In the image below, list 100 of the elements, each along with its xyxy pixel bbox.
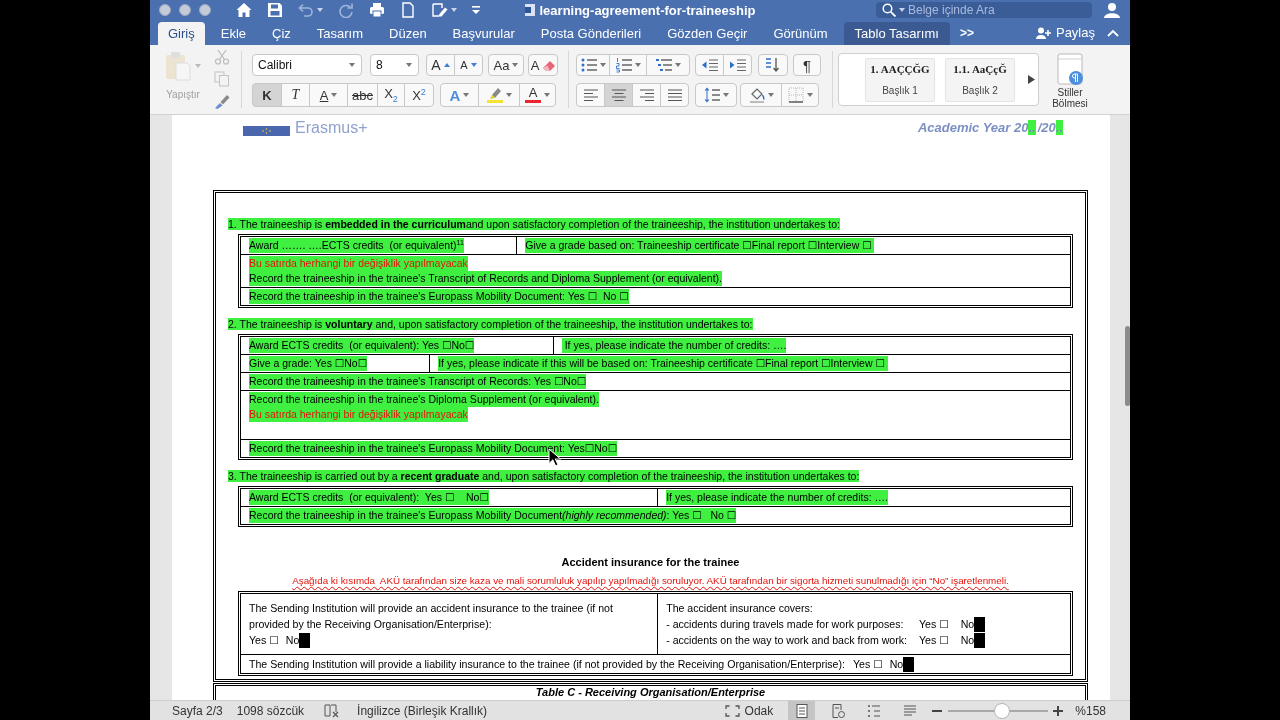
sort-icon (765, 57, 781, 73)
zoom-slider[interactable] (948, 702, 1049, 719)
subscript-button[interactable]: X$_{2}$ (377, 83, 405, 107)
focus-button[interactable]: Odak (724, 703, 774, 718)
caret-icon (899, 8, 905, 12)
checkbox[interactable] (299, 632, 311, 648)
sort-button[interactable] (758, 54, 788, 76)
save-icon[interactable] (267, 2, 283, 18)
book-x-icon[interactable] (324, 703, 340, 718)
change-case-button[interactable]: Aa (488, 54, 524, 76)
font-family-field[interactable]: Calibri (252, 54, 362, 76)
bar-caret-icon[interactable] (472, 6, 480, 14)
underline-button[interactable]: A (309, 83, 348, 107)
line-spacing-icon (703, 87, 720, 103)
style-button[interactable]: 1. AAÇÇĞG Başlık 1 (865, 57, 935, 102)
section-title: Accident insurance for the trainee (561, 555, 740, 570)
user-icon[interactable] (1104, 2, 1120, 18)
bold-button[interactable]: K (252, 83, 282, 107)
yes-option: Yes ☐ (919, 616, 949, 632)
strikethrough-button[interactable]: abc (347, 83, 378, 107)
checkbox[interactable] (903, 656, 915, 672)
border-grid-icon (787, 87, 804, 103)
cell-text: If yes, please indicate the number of credits: …. (561, 338, 787, 353)
clear-formatting-button[interactable]: A (528, 54, 558, 76)
multilevel-list-button[interactable] (646, 54, 690, 76)
formatting-marks-button[interactable]: ¶ (793, 54, 821, 76)
caret-icon (599, 63, 606, 67)
word-count[interactable]: 1098 sözcük (236, 703, 305, 718)
page-pencil-icon[interactable] (431, 2, 448, 18)
zoom-button[interactable] (199, 4, 211, 16)
cell-text: Award ECTS credits (or equivalent): Yes ☐ No☐ (249, 490, 489, 505)
caret-icon (463, 93, 470, 97)
ribbon-tab[interactable]: Görünüm (763, 22, 838, 45)
right-triangle-icon[interactable] (1028, 75, 1035, 84)
slider-thumb[interactable] (994, 702, 1011, 719)
print-icon[interactable] (369, 2, 385, 18)
align-left-icon (582, 88, 599, 102)
decrease-indent-button[interactable] (695, 54, 724, 76)
page-count[interactable]: Sayfa 2/3 (172, 703, 223, 718)
bullets-button[interactable] (576, 54, 610, 76)
font-size-field[interactable]: 8 (370, 54, 419, 76)
cell-text: Record the traineeship in the trainee's Diploma Supplement (or equivalent). (249, 392, 599, 407)
ribbon-tab[interactable]: Tasarım (306, 22, 374, 45)
shrink-font-button[interactable]: A (454, 54, 483, 76)
more-tabs-button[interactable]: >> (955, 20, 978, 45)
cell-text: Record the traineeship in the trainee's Europass Mobility Document: Yes☐No☐ (249, 441, 618, 456)
caret-icon (349, 63, 355, 67)
increase-indent-button[interactable] (723, 54, 752, 76)
grow-font-button[interactable]: A (426, 54, 455, 76)
academic-year-text: Academic Year 20../20.. (917, 119, 1064, 136)
paint-bucket-icon (748, 87, 765, 103)
instruction-text: Aşağıda ki kısımda AKÜ tarafından size kaza ve mali sorumluluk yapılıp yapılmadığı soruluyor. AKÜ tarafından bir sigorta hizmeti sunulmadığı için “No” işaretlenmeli. (292, 574, 1009, 588)
cell-text: If yes, please indicate the number of credits: …. (666, 490, 888, 505)
ribbon-tab[interactable]: Ekle (210, 22, 256, 45)
minimize-button[interactable] (179, 4, 191, 16)
caret-icon (505, 93, 512, 97)
print-layout-button[interactable] (788, 701, 816, 720)
flag-icon (243, 126, 290, 136)
yes-option: Yes ☐ (919, 632, 949, 648)
line-spacing-button[interactable] (695, 83, 737, 107)
clipboard-icon (165, 51, 191, 81)
home-icon[interactable] (236, 2, 252, 18)
italic-button[interactable]: T (281, 83, 310, 107)
checkbox[interactable] (974, 632, 986, 648)
font-color-button[interactable]: A (519, 83, 556, 107)
numbering-button[interactable] (609, 54, 647, 76)
ribbon-tab[interactable]: Gözden Geçir (657, 22, 758, 45)
page-circle-icon (830, 703, 845, 718)
shading-button[interactable] (740, 83, 782, 107)
share-button[interactable]: Paylaş (1035, 20, 1095, 45)
borders-button[interactable] (781, 83, 819, 107)
align-justify-button[interactable] (660, 83, 689, 107)
ribbon-tab[interactable]: Posta Gönderileri (530, 22, 652, 45)
style-button[interactable]: 1.1. AaÇçĞ Başlık 2 (945, 57, 1015, 102)
align-center-button[interactable] (604, 83, 633, 107)
language-label[interactable]: İngilizce (Birleşik Krallık) (357, 703, 488, 718)
ribbon-tab[interactable]: Tablo Tasarımı (843, 22, 950, 45)
align-justify-icon (666, 88, 683, 102)
align-left-button[interactable] (576, 83, 605, 107)
ribbon-tab[interactable]: Başvurular (442, 22, 525, 45)
zoom-percent[interactable]: %158 (1075, 703, 1106, 718)
ribbon-tab[interactable]: Düzen (379, 22, 437, 45)
no-option: No (960, 616, 975, 632)
ribbon-tab[interactable]: Çiz (262, 22, 301, 45)
scrollbar-thumb[interactable] (1125, 326, 1130, 406)
styles-pane-button[interactable]: Stiller Bölmesi (1047, 45, 1093, 111)
ribbon-tab[interactable]: Giriş (158, 22, 205, 45)
paintbrush-icon[interactable] (214, 93, 230, 109)
coverage-heading: The accident insurance covers: (666, 601, 814, 616)
document-icon (524, 4, 535, 16)
chevron-up-icon[interactable] (1107, 28, 1119, 37)
highlight-button[interactable] (478, 83, 520, 107)
superscript-button[interactable]: X$^{2}$ (404, 83, 434, 107)
checkbox[interactable] (974, 616, 986, 632)
close-button[interactable] (159, 4, 171, 16)
zoom-in-icon[interactable] (1053, 705, 1064, 716)
caret-icon (317, 8, 323, 12)
align-right-button[interactable] (632, 83, 661, 107)
blank-page-icon[interactable] (400, 2, 416, 18)
search-field[interactable]: Belge içinde Ara (876, 2, 1092, 18)
